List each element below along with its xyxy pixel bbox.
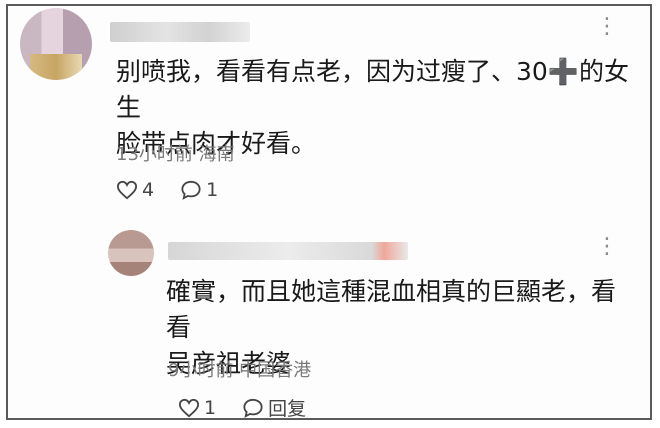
comment-meta: 13小时前 海南: [116, 144, 235, 165]
reply-button[interactable]: 1: [180, 179, 218, 201]
reply-count: 1: [206, 179, 219, 201]
like-count: 4: [142, 179, 155, 201]
more-options-icon[interactable]: ⋮: [596, 14, 619, 39]
comment-text-line: 確實，而且她這種混血相真的巨顯老，看看: [166, 277, 617, 342]
reply-label: 回复: [268, 398, 307, 420]
like-button[interactable]: 4: [116, 179, 154, 201]
comment-actions: 4 1: [116, 179, 244, 201]
comment-actions: 1 回复: [178, 394, 332, 421]
username-blurred[interactable]: [168, 242, 408, 260]
avatar[interactable]: [20, 8, 92, 80]
heart-icon: [116, 180, 138, 200]
avatar[interactable]: [108, 230, 154, 276]
comment-meta: 9小时前 中国香港: [168, 360, 312, 381]
like-button[interactable]: 1: [178, 397, 216, 419]
more-options-icon[interactable]: ⋮: [596, 234, 619, 259]
reply-button[interactable]: 回复: [242, 394, 306, 421]
like-count: 1: [204, 396, 217, 419]
username-blurred[interactable]: [110, 22, 250, 42]
heart-icon: [178, 398, 200, 417]
comment-bubble-icon: [243, 398, 263, 418]
comment-bubble-icon: [181, 180, 201, 200]
comment-text-line: 别喷我，看看有点老，因为过瘦了、30➕的女生: [116, 57, 629, 122]
